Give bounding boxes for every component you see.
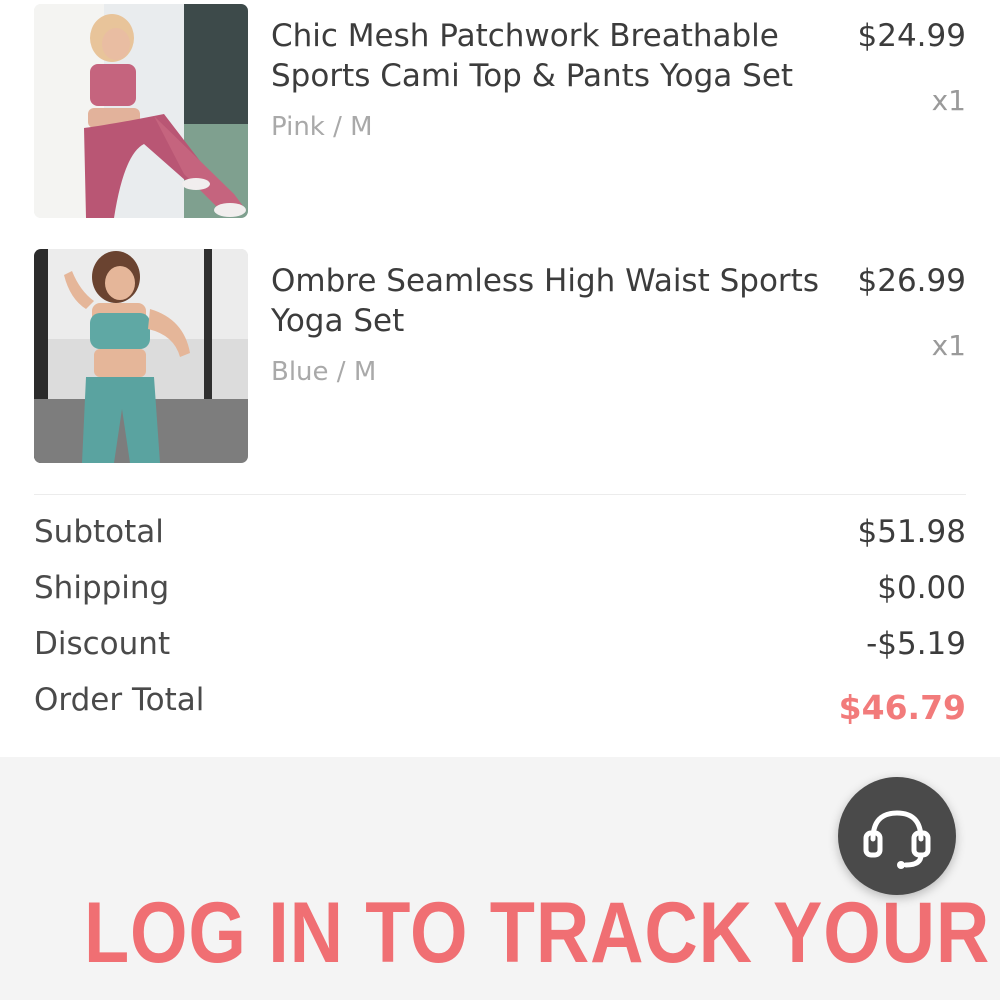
product-image[interactable] (34, 4, 248, 218)
shipping-label: Shipping (34, 570, 170, 606)
product-quantity: x1 (931, 84, 966, 117)
product-name[interactable]: Chic Mesh Patchwork Breathable Sports Ca… (271, 16, 831, 96)
shipping-row: Shipping $0.00 (34, 570, 966, 618)
product-price: $24.99 (857, 18, 966, 54)
product-name[interactable]: Ombre Seamless High Waist Sports Yoga Se… (271, 261, 831, 341)
order-summary-page: Chic Mesh Patchwork Breathable Sports Ca… (0, 0, 1000, 1000)
login-track-banner[interactable]: LOG IN TO TRACK YOUR (84, 884, 990, 983)
customer-support-button[interactable] (838, 777, 956, 895)
order-total-label: Order Total (34, 682, 205, 718)
divider (34, 494, 966, 495)
order-total-value: $46.79 (838, 688, 966, 727)
product-image[interactable] (34, 249, 248, 463)
subtotal-label: Subtotal (34, 514, 164, 550)
product-price: $26.99 (857, 263, 966, 299)
product-quantity: x1 (931, 329, 966, 362)
subtotal-value: $51.98 (857, 514, 966, 550)
discount-label: Discount (34, 626, 171, 662)
product-photo-pink (34, 4, 248, 218)
product-photo-blue (34, 249, 248, 463)
cart-item[interactable]: Chic Mesh Patchwork Breathable Sports Ca… (34, 4, 966, 218)
discount-value: -$5.19 (866, 626, 966, 662)
product-variant: Pink / M (271, 112, 373, 142)
headset-icon (863, 810, 931, 869)
cart-item[interactable]: Ombre Seamless High Waist Sports Yoga Se… (34, 249, 966, 463)
order-total-row: Order Total $46.79 (34, 682, 966, 730)
discount-row: Discount -$5.19 (34, 626, 966, 674)
subtotal-row: Subtotal $51.98 (34, 514, 966, 562)
shipping-value: $0.00 (877, 570, 966, 606)
product-variant: Blue / M (271, 357, 377, 387)
